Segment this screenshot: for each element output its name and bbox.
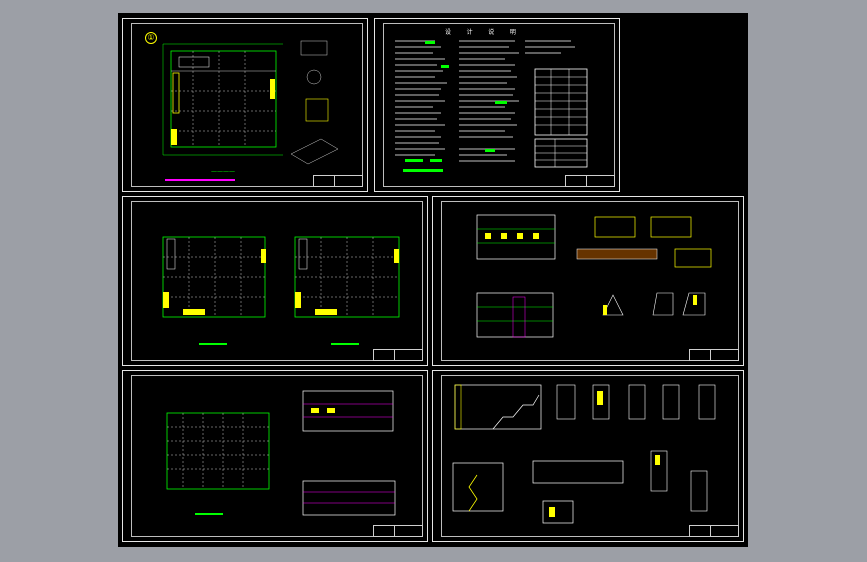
svg-text:————: ————	[211, 168, 235, 175]
cad-drawing-canvas[interactable]: ① ———— 设 计 说 明	[118, 13, 748, 547]
title-block	[565, 175, 615, 187]
elevations-drawing	[476, 214, 712, 338]
title-block	[689, 525, 739, 537]
floor-plan-drawing: ————	[162, 40, 339, 181]
notes-body	[395, 40, 588, 172]
roof-plan-drawing	[166, 390, 396, 516]
sheet-floor-plan-1[interactable]: ① ————	[122, 18, 368, 192]
sheet-elevations-details[interactable]	[432, 196, 744, 366]
title-block	[689, 349, 739, 361]
title-block	[373, 525, 423, 537]
sheet-floor-plans-2-3[interactable]	[122, 196, 428, 366]
title-block	[313, 175, 363, 187]
sheet-roof-plan-elevations[interactable]	[122, 370, 428, 542]
title-block	[373, 349, 423, 361]
floor-plans-drawing	[162, 236, 400, 345]
sheet-sections-details[interactable]	[432, 370, 744, 542]
sheet-design-notes[interactable]: 设 计 说 明	[374, 18, 620, 192]
sections-drawing	[452, 384, 716, 524]
